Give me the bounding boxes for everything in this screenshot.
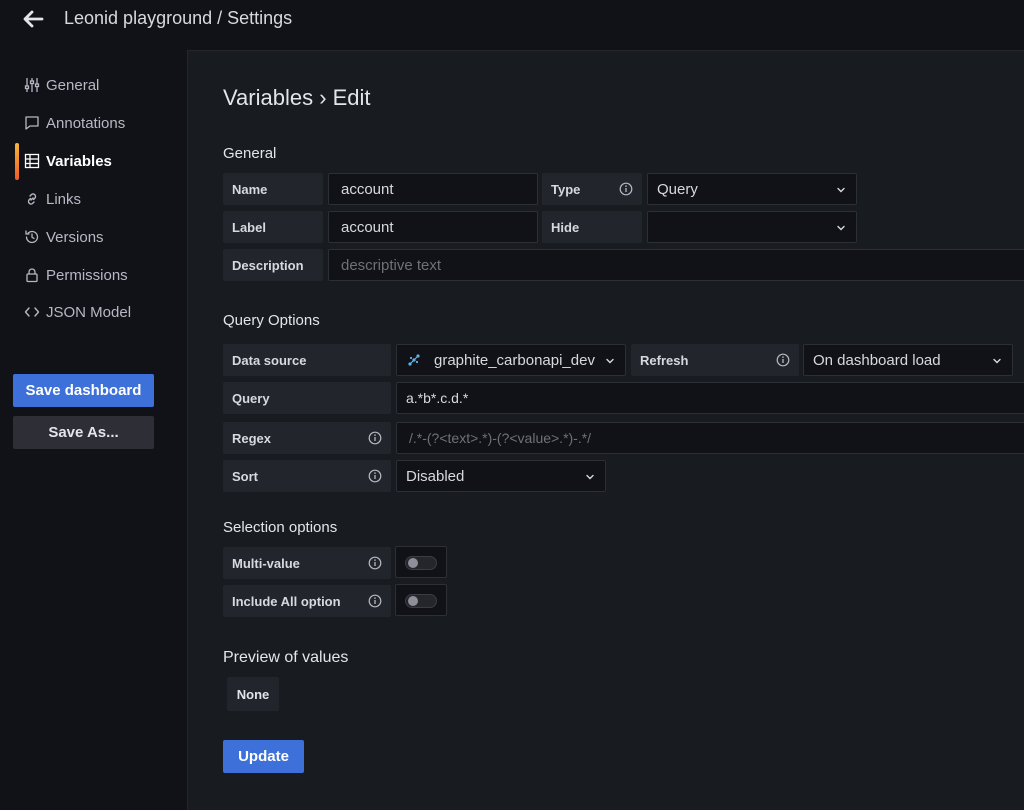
- type-label: Type: [542, 173, 642, 205]
- sort-label: Sort: [223, 460, 391, 492]
- chevron-down-icon: [837, 225, 845, 231]
- toggle-knob: [408, 558, 418, 568]
- multi-value-toggle[interactable]: [405, 556, 437, 570]
- chevron-down-icon: [837, 187, 845, 193]
- info-icon[interactable]: [368, 594, 382, 608]
- sort-value: Disabled: [406, 467, 465, 485]
- type-select-value: Query: [657, 180, 698, 198]
- sidebar-item-general[interactable]: General: [24, 73, 99, 97]
- comment-icon: [25, 116, 39, 130]
- include-all-toggle-container: [395, 584, 447, 616]
- sort-label-text: Sort: [232, 468, 258, 484]
- query-label: Query: [223, 382, 391, 414]
- general-section-heading: General: [223, 145, 277, 162]
- save-dashboard-button[interactable]: Save dashboard: [13, 374, 154, 407]
- description-label: Description: [223, 249, 323, 281]
- selection-options-heading: Selection options: [223, 519, 338, 536]
- toggle-knob: [408, 596, 418, 606]
- sidebar-item-annotations[interactable]: Annotations: [24, 111, 125, 135]
- regex-label-text: Regex: [232, 430, 272, 446]
- label-input[interactable]: [328, 211, 538, 243]
- sidebar-item-label: Links: [46, 190, 82, 208]
- history-icon: [25, 230, 39, 244]
- lock-icon: [26, 268, 38, 283]
- sidebar-item-links[interactable]: Links: [24, 187, 81, 211]
- refresh-label: Refresh: [631, 344, 799, 376]
- sidebar-item-versions[interactable]: Versions: [24, 225, 104, 249]
- link-icon: [27, 193, 37, 205]
- sidebar-item-label: General: [46, 76, 100, 94]
- regex-input[interactable]: [396, 422, 1024, 454]
- include-all-toggle[interactable]: [405, 594, 437, 608]
- datasource-value: graphite_carbonapi_dev: [434, 351, 595, 369]
- sidebar-item-permissions[interactable]: Permissions: [24, 263, 128, 287]
- code-brackets-icon: [24, 307, 40, 317]
- preview-heading: Preview of values: [223, 649, 349, 666]
- refresh-value: On dashboard load: [813, 351, 941, 369]
- refresh-label-text: Refresh: [640, 352, 689, 368]
- chevron-down-icon: [606, 358, 614, 364]
- label-label: Label: [223, 211, 323, 243]
- info-icon[interactable]: [368, 469, 382, 483]
- query-input[interactable]: [396, 382, 1024, 414]
- type-select[interactable]: Query: [647, 173, 857, 205]
- name-input[interactable]: [328, 173, 538, 205]
- back-arrow-icon[interactable]: [20, 6, 46, 32]
- multi-value-label: Multi-value: [223, 547, 391, 579]
- sliders-icon: [24, 78, 40, 92]
- table-icon: [24, 153, 40, 169]
- name-label: Name: [223, 173, 323, 205]
- multi-value-label-text: Multi-value: [232, 555, 300, 571]
- main-panel: Variables › Edit General Name Type Query…: [187, 50, 1024, 810]
- hide-label: Hide: [542, 211, 642, 243]
- sidebar-item-label: JSON Model: [46, 303, 132, 321]
- save-as-button[interactable]: Save As...: [13, 416, 154, 449]
- page-title: Variables › Edit: [223, 85, 371, 110]
- chevron-down-icon: [586, 474, 594, 480]
- sidebar-item-json-model[interactable]: JSON Model: [24, 300, 131, 324]
- sidebar-item-label: Permissions: [46, 266, 128, 284]
- datasource-label: Data source: [223, 344, 391, 376]
- sidebar-item-label: Annotations: [46, 114, 126, 132]
- preview-value-badge: None: [227, 677, 279, 711]
- graphite-icon: [408, 354, 420, 366]
- info-icon[interactable]: [368, 556, 382, 570]
- datasource-select[interactable]: graphite_carbonapi_dev: [396, 344, 626, 376]
- type-label-text: Type: [551, 181, 581, 197]
- sidebar-item-label: Versions: [46, 228, 104, 246]
- multi-value-toggle-container: [395, 546, 447, 578]
- query-options-heading: Query Options: [223, 312, 320, 329]
- chevron-down-icon: [993, 358, 1001, 364]
- regex-label: Regex: [223, 422, 391, 454]
- sort-select[interactable]: Disabled: [396, 460, 606, 492]
- info-icon[interactable]: [619, 182, 633, 196]
- info-icon[interactable]: [368, 431, 382, 445]
- update-button[interactable]: Update: [223, 740, 304, 773]
- include-all-label-text: Include All option: [232, 593, 341, 609]
- include-all-label: Include All option: [223, 585, 391, 617]
- sidebar-item-label: Variables: [46, 152, 112, 170]
- description-input[interactable]: [328, 249, 1024, 281]
- page-breadcrumb-title: Leonid playground / Settings: [64, 8, 293, 28]
- hide-select[interactable]: [647, 211, 857, 243]
- top-bar: Leonid playground / Settings: [0, 0, 1024, 40]
- active-indicator: [15, 143, 19, 180]
- info-icon[interactable]: [776, 353, 790, 367]
- refresh-select[interactable]: On dashboard load: [803, 344, 1013, 376]
- sidebar-item-variables[interactable]: Variables: [24, 149, 112, 173]
